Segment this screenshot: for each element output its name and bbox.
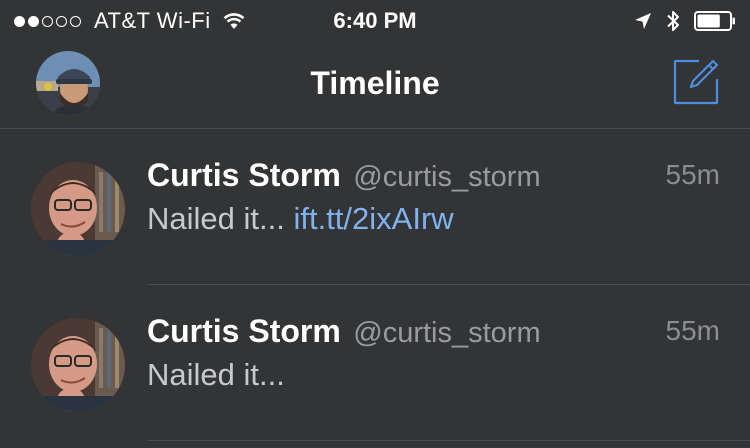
tweet-row[interactable]: Curtis Storm @curtis_storm 55m Nailed it… — [0, 285, 750, 441]
app-screen: AT&T Wi-Fi 6:40 PM Timeline Curtis Storm… — [0, 0, 750, 448]
tweet-text-content: Nailed it... — [147, 357, 285, 392]
status-right — [620, 9, 736, 33]
tweet-timestamp: 55m — [665, 315, 720, 346]
compose-button[interactable] — [673, 59, 719, 105]
tweet-author-handle: @curtis_storm — [353, 161, 541, 193]
tweet-avatar[interactable] — [31, 162, 125, 256]
tweet-text: Nailed it... — [147, 357, 720, 393]
compose-icon — [673, 59, 719, 110]
tweet-header: Curtis Storm @curtis_storm 55m — [147, 313, 720, 353]
profile-avatar[interactable] — [36, 51, 100, 115]
tweet-avatar[interactable] — [31, 318, 125, 412]
tweet-link[interactable]: ift.tt/2ixAIrw — [293, 201, 453, 236]
location-arrow-icon — [634, 12, 652, 30]
tweet-timestamp: 55m — [665, 159, 720, 190]
tweet-text: Nailed it... ift.tt/2ixAIrw — [147, 201, 720, 237]
nav-bar: Timeline — [0, 40, 750, 129]
timeline-list: Curtis Storm @curtis_storm 55m Nailed it… — [0, 129, 750, 441]
tweet-row[interactable]: Curtis Storm @curtis_storm 55m Nailed it… — [0, 129, 750, 285]
status-bar: AT&T Wi-Fi 6:40 PM — [0, 0, 750, 40]
row-separator — [147, 440, 750, 441]
bluetooth-icon — [666, 9, 680, 33]
tweet-author-name[interactable]: Curtis Storm — [147, 157, 341, 193]
tweet-text-content: Nailed it... — [147, 201, 285, 236]
tweet-author-handle: @curtis_storm — [353, 317, 541, 349]
tweet-header: Curtis Storm @curtis_storm 55m — [147, 157, 720, 197]
tweet-author-name[interactable]: Curtis Storm — [147, 313, 341, 349]
battery-icon — [694, 11, 736, 31]
page-title: Timeline — [310, 65, 440, 101]
